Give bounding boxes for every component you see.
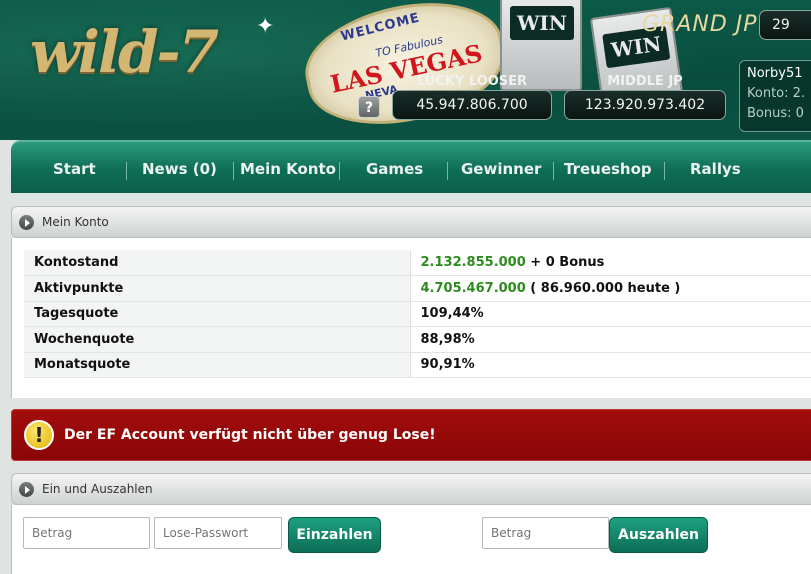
alert-message: Der EF Account verfügt nicht über genug … bbox=[64, 427, 436, 443]
nav-separator bbox=[339, 162, 340, 180]
bonus-value: + 0 Bonus bbox=[525, 255, 605, 270]
table-row: Kontostand 2.132.855.000 + 0 Bonus bbox=[24, 250, 811, 276]
nav-news[interactable]: News (0) bbox=[142, 160, 217, 178]
error-alert: ! Der EF Account verfügt nicht über genu… bbox=[11, 409, 811, 461]
jackpot-help-icon[interactable]: ? bbox=[358, 96, 380, 118]
lose-password-input[interactable] bbox=[154, 517, 282, 549]
row-label: Monatsquote bbox=[24, 352, 411, 378]
main-navigation: Start News (0) Mein Konto Games Gewinner… bbox=[11, 140, 811, 193]
konto-table: Kontostand 2.132.855.000 + 0 Bonus Aktiv… bbox=[24, 250, 811, 378]
transfer-panel-body: Einzahlen Auszahlen bbox=[11, 505, 811, 574]
user-info-box: Norby51 Konto: 2. Bonus: 0 bbox=[739, 60, 811, 132]
username[interactable]: Norby51 bbox=[747, 66, 811, 81]
aktivpunkte-today: ( 86.960.000 heute ) bbox=[525, 280, 681, 296]
nav-treueshop[interactable]: Treueshop bbox=[564, 160, 652, 178]
row-value: 4.705.467.000 ( 86.960.000 heute ) bbox=[410, 275, 811, 302]
nav-separator bbox=[126, 162, 127, 180]
wochenquote-value: 88,98% bbox=[410, 326, 811, 353]
auszahlen-button[interactable]: Auszahlen bbox=[609, 517, 708, 553]
table-row: Wochenquote 88,98% bbox=[24, 326, 811, 353]
lucky-looser-label: LUCKY LOOSER bbox=[416, 74, 528, 89]
nav-separator bbox=[664, 162, 665, 180]
nav-separator bbox=[553, 162, 554, 180]
row-label: Kontostand bbox=[24, 250, 411, 276]
nav-games[interactable]: Games bbox=[366, 160, 423, 178]
withdraw-amount-input[interactable] bbox=[482, 517, 609, 549]
warning-icon: ! bbox=[24, 420, 54, 450]
table-row: Tagesquote 109,44% bbox=[24, 301, 811, 327]
panel-arrow-icon bbox=[19, 215, 34, 230]
kontostand-value: 2.132.855.000 bbox=[420, 255, 526, 270]
einzahlen-button[interactable]: Einzahlen bbox=[288, 517, 381, 553]
konto-panel-title: Mein Konto bbox=[42, 215, 109, 229]
site-header: wild-7 ✦ WELCOME TO Fabulous LAS VEGAS N… bbox=[0, 0, 811, 140]
row-value: 2.132.855.000 + 0 Bonus bbox=[410, 250, 811, 276]
nav-rallys[interactable]: Rallys bbox=[690, 160, 741, 178]
grand-jackpot-label: GRAND JP bbox=[642, 12, 758, 37]
table-row: Monatsquote 90,91% bbox=[24, 352, 811, 378]
nav-start[interactable]: Start bbox=[53, 160, 96, 178]
nav-separator bbox=[447, 162, 448, 180]
wild7-logo[interactable]: wild-7 bbox=[30, 18, 219, 86]
aktivpunkte-value: 4.705.467.000 bbox=[420, 280, 526, 296]
panel-arrow-icon bbox=[19, 482, 34, 497]
transfer-panel-title: Ein und Auszahlen bbox=[42, 482, 153, 496]
nav-separator bbox=[233, 162, 234, 180]
transfer-panel-header[interactable]: Ein und Auszahlen bbox=[11, 473, 811, 505]
grand-jackpot-value: 29 bbox=[759, 10, 811, 40]
row-label: Tagesquote bbox=[24, 301, 411, 327]
user-konto: Konto: 2. bbox=[747, 86, 806, 101]
user-bonus: Bonus: 0 bbox=[747, 106, 804, 121]
slot-win-symbol: WIN bbox=[510, 6, 574, 40]
deposit-amount-input[interactable] bbox=[23, 517, 150, 549]
nav-gewinner[interactable]: Gewinner bbox=[461, 160, 541, 178]
konto-panel-header[interactable]: Mein Konto bbox=[11, 206, 811, 238]
konto-panel-body: Kontostand 2.132.855.000 + 0 Bonus Aktiv… bbox=[11, 238, 811, 398]
middle-jackpot-value: 123.920.973.402 bbox=[564, 90, 726, 120]
nav-mein-konto[interactable]: Mein Konto bbox=[240, 160, 336, 178]
table-row: Aktivpunkte 4.705.467.000 ( 86.960.000 h… bbox=[24, 275, 811, 302]
sparkle-icon: ✦ bbox=[256, 14, 275, 39]
row-label: Aktivpunkte bbox=[24, 275, 411, 302]
tagesquote-value: 109,44% bbox=[410, 301, 811, 327]
lucky-looser-value: 45.947.806.700 bbox=[392, 90, 552, 120]
middle-jackpot-label: MIDDLE JP bbox=[607, 74, 683, 89]
monatsquote-value: 90,91% bbox=[410, 352, 811, 378]
row-label: Wochenquote bbox=[24, 326, 411, 353]
